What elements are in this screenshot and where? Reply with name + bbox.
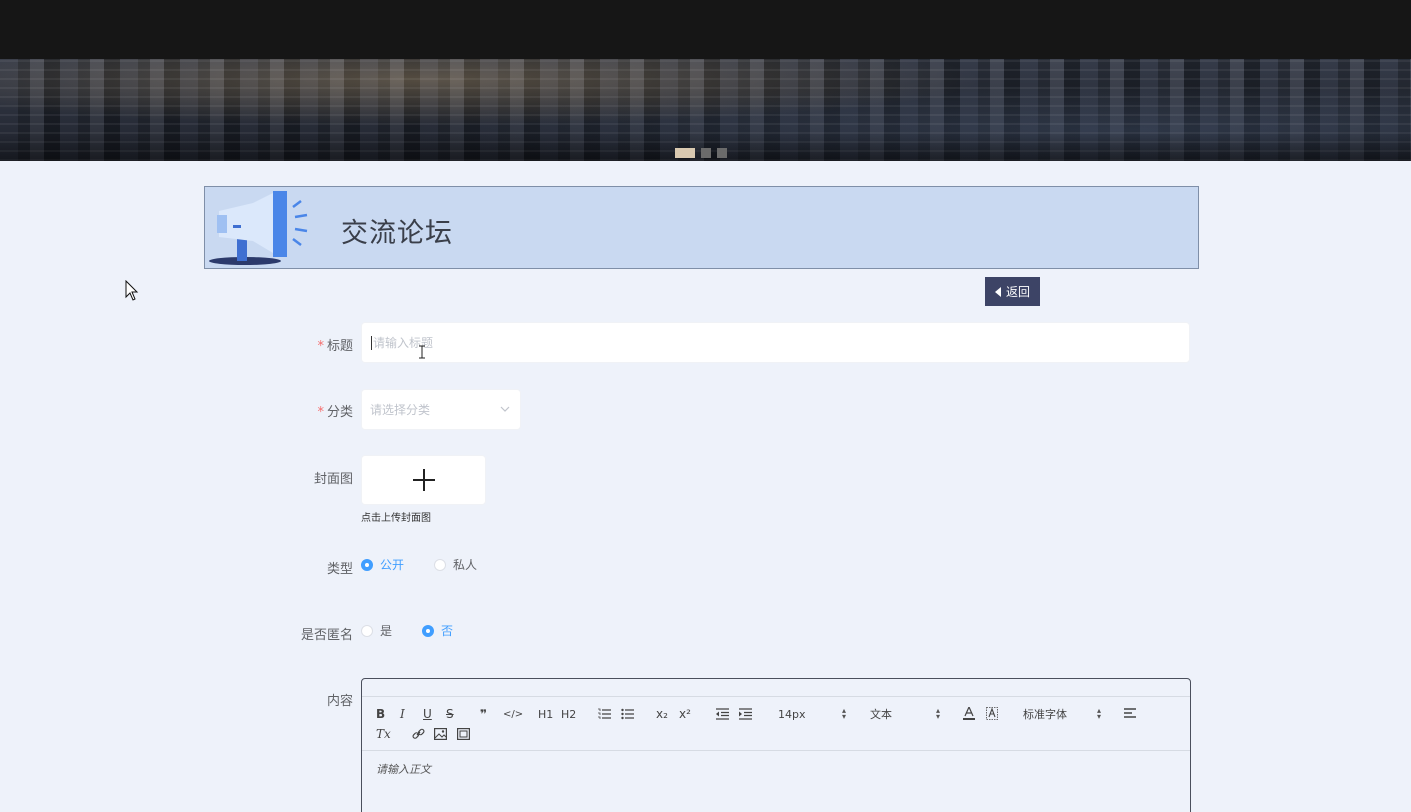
anonymous-radio-no[interactable]: 否 <box>422 622 453 639</box>
subscript-button[interactable]: x₂ <box>656 705 668 723</box>
back-button[interactable]: 返回 <box>985 277 1040 306</box>
megaphone-icon <box>209 191 308 265</box>
cover-upload-hint: 点击上传封面图 <box>361 513 431 524</box>
bold-button[interactable]: B <box>376 705 385 723</box>
ordered-list-icon[interactable] <box>598 708 611 720</box>
page-title: 交流论坛 <box>341 218 453 249</box>
font-size-value: 14px <box>778 707 806 721</box>
carousel-dot-1[interactable] <box>675 148 695 158</box>
blockquote-button[interactable]: ❞ <box>480 705 487 723</box>
italic-button[interactable]: I <box>400 705 405 723</box>
required-mark: * <box>317 405 324 420</box>
anonymous-label: 是否匿名 <box>300 628 353 643</box>
top-nav-bar <box>0 0 1411 59</box>
outdent-icon[interactable] <box>716 708 729 720</box>
header-picker-value: 文本 <box>870 708 892 721</box>
radio-circle <box>422 624 435 637</box>
anonymous-radio-group: 是 否 <box>361 622 483 639</box>
align-left-icon[interactable] <box>1124 708 1136 720</box>
underline-button[interactable]: U <box>423 705 432 723</box>
carousel-dot-3[interactable] <box>717 148 727 158</box>
type-radio-group: 公开 私人 <box>361 556 507 573</box>
title-input[interactable]: 请输入标题 <box>361 322 1190 363</box>
radio-label: 否 <box>441 624 454 638</box>
carousel-dot-2[interactable] <box>701 148 711 158</box>
clear-format-button[interactable]: Tx <box>376 725 391 743</box>
background-color-icon[interactable] <box>986 707 998 720</box>
radio-circle <box>361 558 373 571</box>
link-icon[interactable] <box>412 728 425 740</box>
category-label-text: 分类 <box>326 405 353 420</box>
header1-button[interactable]: H1 <box>538 705 553 723</box>
cover-label: 封面图 <box>313 472 353 487</box>
plus-icon <box>412 469 435 491</box>
up-down-icon: ▴ ▾ <box>841 706 846 721</box>
code-block-button[interactable]: </> <box>503 705 523 723</box>
anonymous-radio-yes[interactable]: 是 <box>361 622 392 639</box>
header-picker[interactable]: 文本 ▴ ▾ <box>870 705 940 723</box>
font-family-picker[interactable]: 标准字体 ▴ ▾ <box>1023 705 1101 723</box>
type-radio-private[interactable]: 私人 <box>434 556 477 573</box>
chevron-down-icon <box>500 406 510 412</box>
editor-placeholder: 请输入正文 <box>376 763 431 776</box>
bullet-list-icon[interactable] <box>621 708 634 720</box>
category-placeholder: 请选择分类 <box>370 403 431 417</box>
hero-banner <box>0 59 1411 161</box>
section-header: 交流论坛 <box>204 186 1199 269</box>
strike-button[interactable]: S <box>446 705 454 723</box>
up-down-icon: ▴ ▾ <box>935 706 940 721</box>
cover-upload[interactable] <box>361 455 486 505</box>
title-label-text: 标题 <box>326 339 353 354</box>
header2-button[interactable]: H2 <box>561 705 576 723</box>
type-label: 类型 <box>326 562 353 577</box>
category-select[interactable]: 请选择分类 <box>361 389 521 430</box>
font-size-picker[interactable]: 14px ▴ ▾ <box>778 705 846 723</box>
radio-label: 公开 <box>380 558 405 572</box>
up-down-icon: ▴ ▾ <box>1096 706 1101 721</box>
image-icon[interactable] <box>434 728 447 740</box>
font-color-icon[interactable] <box>963 707 975 720</box>
radio-label: 是 <box>380 624 393 638</box>
radio-circle <box>434 558 447 571</box>
superscript-button[interactable]: x² <box>679 705 691 723</box>
radio-label: 私人 <box>453 558 478 572</box>
editor-toolbar: B I U S ❞ </> H1 H2 x₂ x² 14px ▴ ▾ 文本 ▴ … <box>362 696 1190 751</box>
carousel-indicators <box>675 148 727 158</box>
text-caret <box>371 335 372 350</box>
font-family-value: 标准字体 <box>1023 708 1067 721</box>
type-radio-public[interactable]: 公开 <box>361 556 404 573</box>
category-label: * 分类 <box>317 401 353 420</box>
title-label: * 标题 <box>317 335 353 354</box>
required-mark: * <box>317 339 324 354</box>
video-icon[interactable] <box>457 728 470 740</box>
caret-left-icon <box>994 286 1001 297</box>
rich-text-editor[interactable]: B I U S ❞ </> H1 H2 x₂ x² 14px ▴ ▾ 文本 ▴ … <box>361 678 1191 812</box>
text-cursor-icon <box>419 345 425 359</box>
indent-icon[interactable] <box>739 708 752 720</box>
back-button-label: 返回 <box>1005 285 1030 299</box>
radio-circle <box>361 624 373 637</box>
mouse-pointer-icon <box>125 280 139 301</box>
content-label: 内容 <box>326 694 353 709</box>
